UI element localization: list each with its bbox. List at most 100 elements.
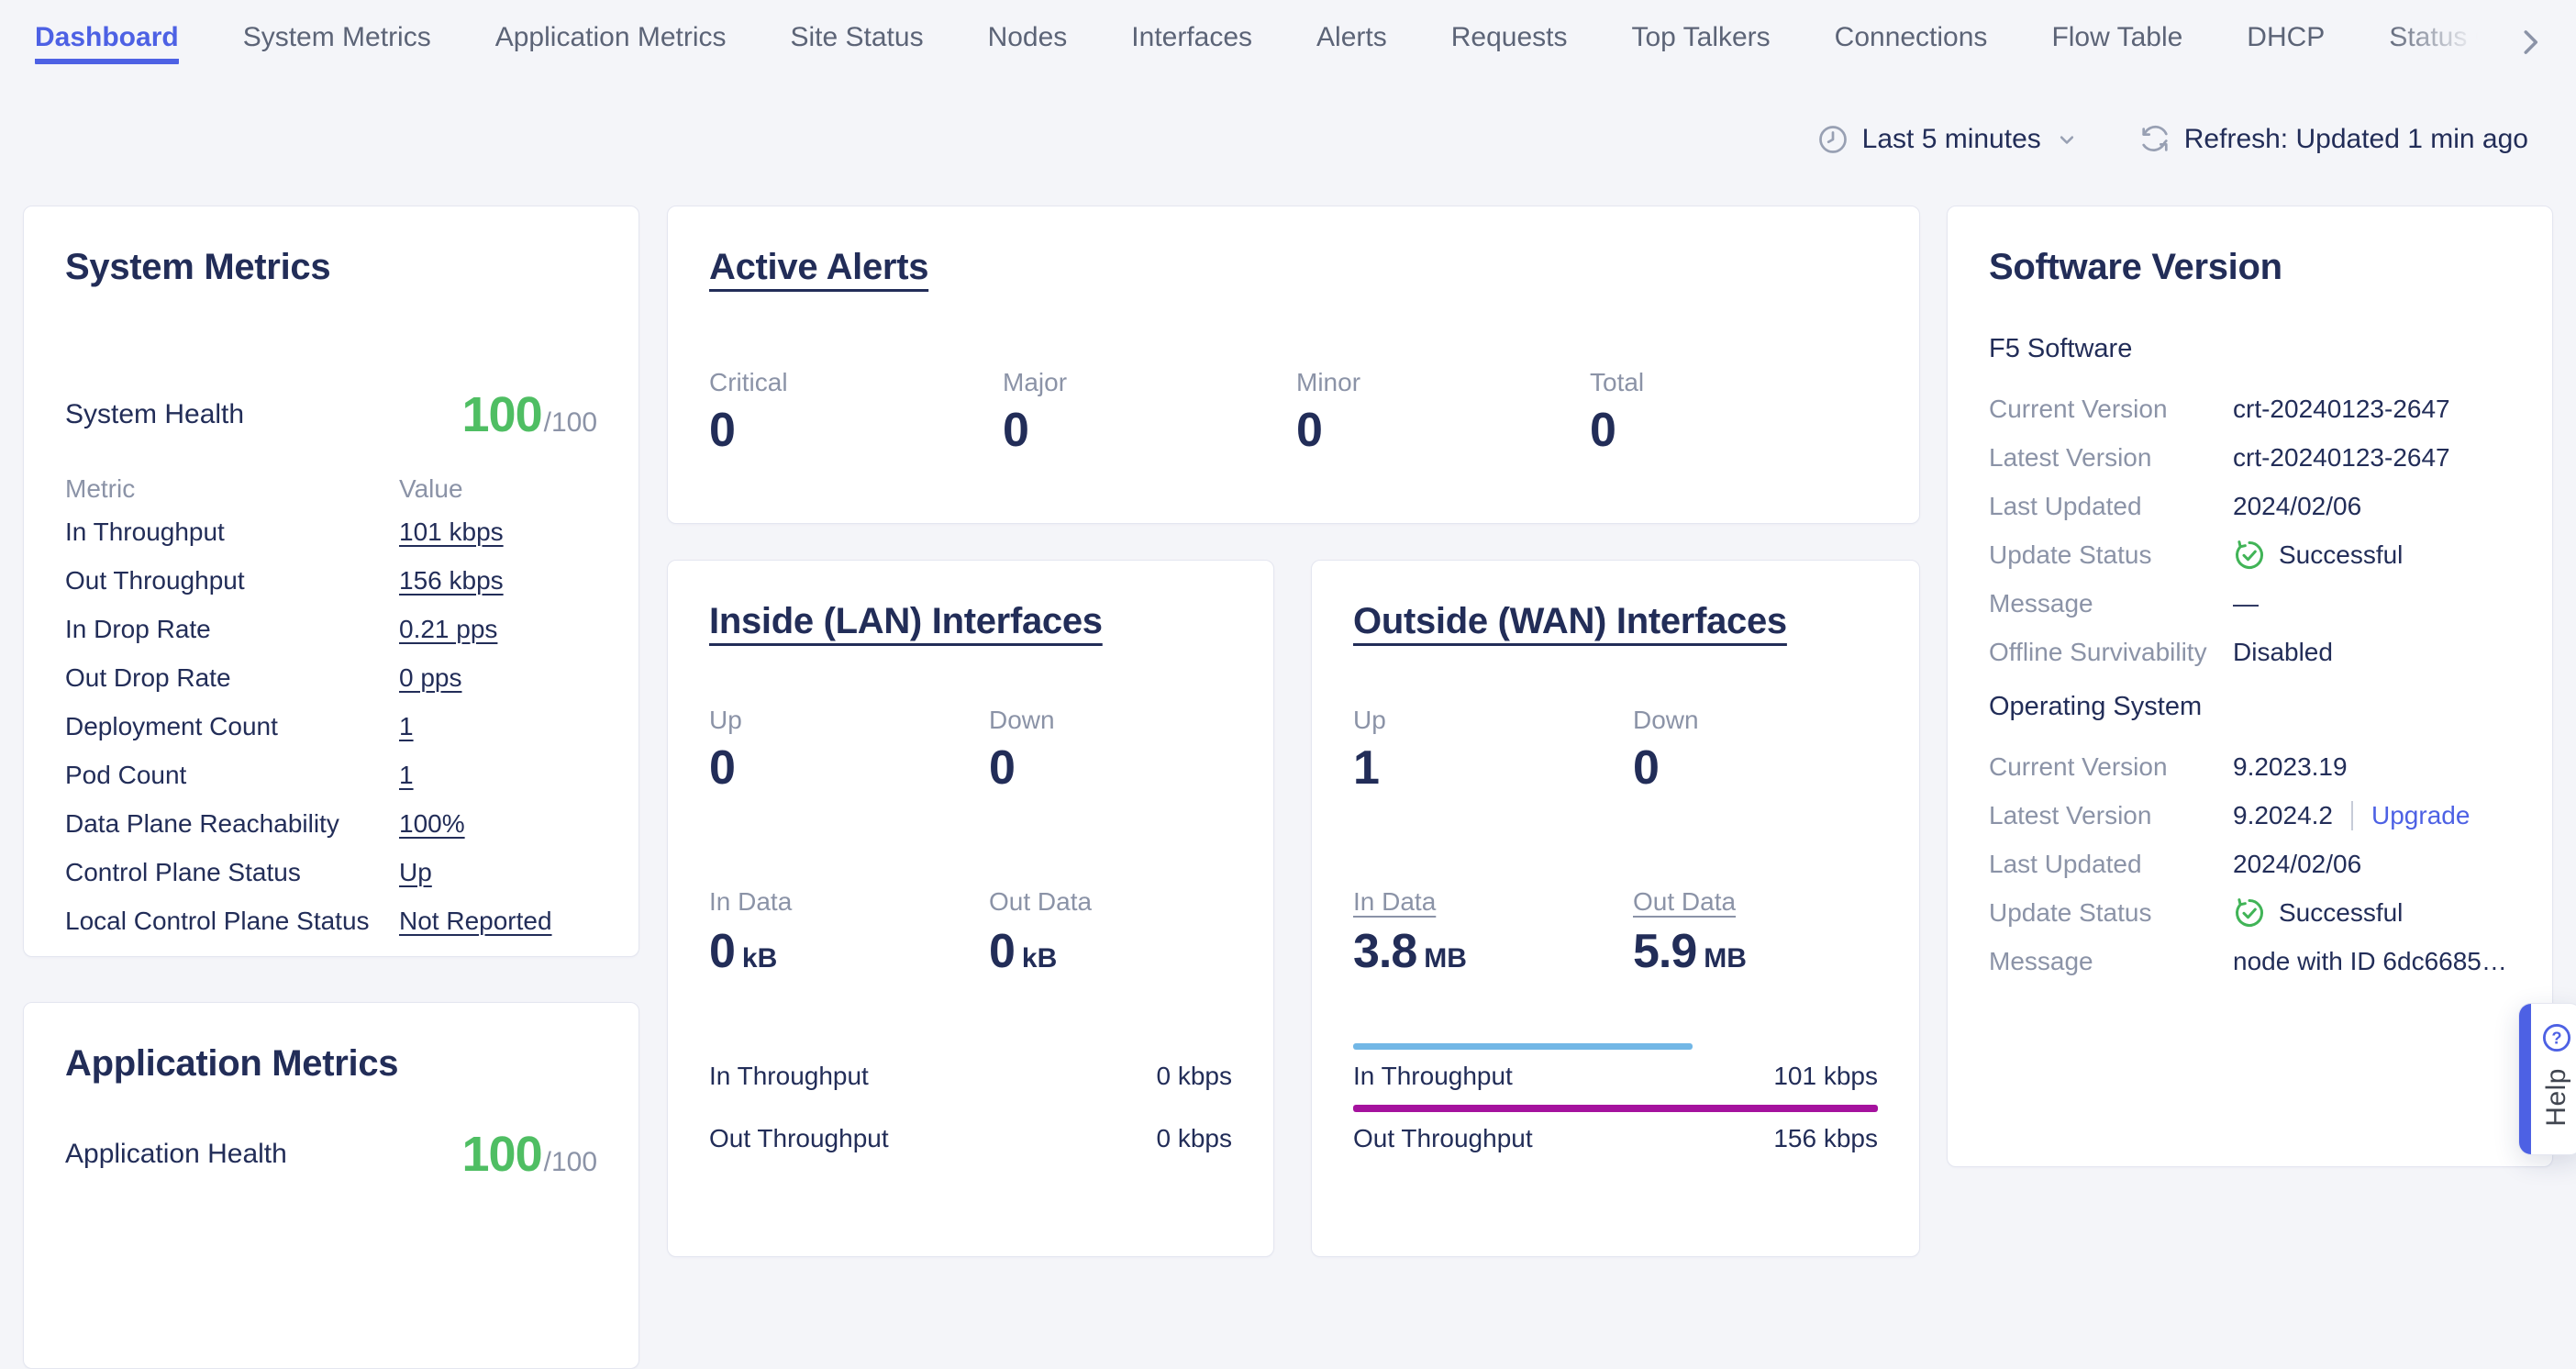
outside-out-data-stat: Out Data 5.9 MB — [1633, 887, 1878, 979]
row-label: Update Status — [1989, 898, 2233, 928]
outside-updown-stats: Up 1 Down 0 — [1353, 706, 1878, 796]
down-label: Down — [989, 706, 1232, 735]
table-row: In Throughput101 kbps — [65, 507, 597, 556]
in-data-label: In Data — [709, 887, 989, 917]
outside-throughput-block: In Throughput 101 kbps Out Throughput 15… — [1353, 1043, 1878, 1154]
in-throughput-bar — [1353, 1043, 1693, 1050]
system-health-value: 100 /100 — [462, 386, 598, 443]
tab-nodes[interactable]: Nodes — [988, 22, 1068, 59]
row-label: Latest Version — [1989, 801, 2233, 830]
time-range-value: Last 5 minutes — [1862, 124, 2041, 155]
outside-wan-title-link[interactable]: Outside (WAN) Interfaces — [1353, 601, 1787, 641]
in-data-link[interactable]: In Data — [1353, 887, 1436, 916]
metric-label: In Drop Rate — [65, 615, 399, 644]
up-label: Up — [709, 706, 989, 735]
alert-stat-critical: Critical 0 — [709, 368, 1003, 458]
in-throughput-label: In Throughput — [709, 1062, 869, 1091]
system-health-score: 100 — [462, 386, 542, 443]
row-label: Message — [1989, 947, 2233, 976]
row-label: Update Status — [1989, 540, 2233, 570]
update-status-row: Update Status Successful — [1989, 888, 2511, 937]
down-count: 0 — [989, 740, 1232, 796]
out-data-value: 0 — [989, 924, 1015, 979]
up-label: Up — [1353, 706, 1633, 735]
tab-interfaces[interactable]: Interfaces — [1131, 22, 1252, 59]
metric-value-link[interactable]: 100% — [399, 809, 465, 839]
metric-label: Local Control Plane Status — [65, 907, 399, 936]
outside-down-stat: Down 0 — [1633, 706, 1878, 796]
out-throughput-value: 156 kbps — [1773, 1124, 1878, 1153]
application-health-max: /100 — [544, 1147, 597, 1178]
down-label: Down — [1633, 706, 1878, 735]
inside-data-stats: In Data 0kB Out Data 0kB — [709, 887, 1232, 979]
tab-application-metrics[interactable]: Application Metrics — [495, 22, 727, 59]
tab-system-metrics[interactable]: System Metrics — [243, 22, 431, 59]
offline-survivability-row: Offline Survivability Disabled — [1989, 628, 2511, 676]
table-row: Pod Count1 — [65, 751, 597, 799]
metric-value-link[interactable]: Up — [399, 858, 432, 887]
refresh-button[interactable]: Refresh: Updated 1 min ago — [2138, 123, 2528, 156]
row-label: Latest Version — [1989, 443, 2233, 473]
metric-label: Pod Count — [65, 761, 399, 790]
out-data-link[interactable]: Out Data — [1633, 887, 1736, 916]
row-value: — — [2233, 589, 2511, 618]
row-label: Current Version — [1989, 752, 2233, 782]
metric-value-link[interactable]: 0.21 pps — [399, 615, 497, 644]
latest-version-row: Latest Version 9.2024.2 Upgrade — [1989, 791, 2511, 840]
up-count: 1 — [1353, 740, 1633, 796]
inside-lan-title-link[interactable]: Inside (LAN) Interfaces — [709, 601, 1103, 641]
minor-label: Minor — [1296, 368, 1590, 397]
metric-value-link[interactable]: 0 pps — [399, 663, 462, 693]
refresh-status-text: Refresh: Updated 1 min ago — [2184, 124, 2528, 155]
tab-status-objects[interactable]: Status Ob — [2389, 22, 2511, 59]
out-data-value: 5.9 — [1633, 924, 1696, 979]
metric-value-link[interactable]: 156 kbps — [399, 566, 504, 595]
out-throughput-label: Out Throughput — [709, 1124, 889, 1153]
tab-dhcp[interactable]: DHCP — [2247, 22, 2325, 59]
table-header-row: Metric Value — [65, 471, 597, 507]
minor-count: 0 — [1296, 403, 1590, 458]
update-status-value: Successful — [2279, 540, 2403, 570]
tab-connections[interactable]: Connections — [1835, 22, 1988, 59]
metric-value-link[interactable]: 1 — [399, 761, 414, 790]
outside-in-data-stat: In Data 3.8MB — [1353, 887, 1633, 979]
alert-stats-grid: Critical 0 Major 0 Minor 0 Total 0 — [709, 368, 1878, 458]
out-data-unit: MB — [1704, 943, 1747, 974]
active-alerts-title-link[interactable]: Active Alerts — [709, 247, 928, 287]
metric-value-link[interactable]: 1 — [399, 712, 414, 741]
outside-wan-interfaces-card: Outside (WAN) Interfaces Up 1 Down 0 In … — [1311, 560, 1920, 1257]
tab-flow-table[interactable]: Flow Table — [2051, 22, 2182, 59]
out-data-label: Out Data — [989, 887, 1232, 917]
time-range-selector[interactable]: Last 5 minutes — [1816, 123, 2080, 156]
help-tab[interactable]: ? Help — [2518, 1003, 2576, 1155]
active-alerts-card: Active Alerts Critical 0 Major 0 Minor 0… — [667, 206, 1920, 524]
chevron-down-icon — [2054, 127, 2080, 152]
metric-value-link[interactable]: Not Reported — [399, 907, 552, 936]
tab-site-status[interactable]: Site Status — [791, 22, 924, 59]
out-data-unit: kB — [1022, 943, 1057, 974]
f5-software-heading: F5 Software — [1989, 333, 2511, 364]
tab-requests[interactable]: Requests — [1451, 22, 1568, 59]
upgrade-link[interactable]: Upgrade — [2371, 801, 2470, 830]
major-label: Major — [1003, 368, 1296, 397]
metric-value-link[interactable]: 101 kbps — [399, 518, 504, 547]
nav-scroll-right-button[interactable] — [2512, 24, 2548, 61]
major-count: 0 — [1003, 403, 1296, 458]
help-label: Help — [2541, 1068, 2572, 1127]
chevron-right-icon — [2513, 25, 2548, 60]
in-data-value: 3.8 — [1353, 924, 1416, 979]
inside-in-data-stat: In Data 0kB — [709, 887, 989, 979]
outside-up-stat: Up 1 — [1353, 706, 1633, 796]
row-value: 9.2023.19 — [2233, 752, 2511, 782]
outside-data-stats: In Data 3.8MB Out Data 5.9 MB — [1353, 887, 1878, 979]
refresh-icon — [2138, 123, 2171, 156]
tab-alerts[interactable]: Alerts — [1316, 22, 1387, 59]
metric-label: Out Throughput — [65, 566, 399, 595]
row-value: Disabled — [2233, 638, 2511, 667]
row-value: crt-20240123-2647 — [2233, 443, 2511, 473]
in-throughput-value: 0 kbps — [1157, 1062, 1233, 1091]
metric-label: In Throughput — [65, 518, 399, 547]
tab-dashboard[interactable]: Dashboard — [35, 22, 179, 64]
tab-top-talkers[interactable]: Top Talkers — [1631, 22, 1770, 59]
operating-system-rows: Current Version 9.2023.19 Latest Version… — [1989, 742, 2511, 985]
